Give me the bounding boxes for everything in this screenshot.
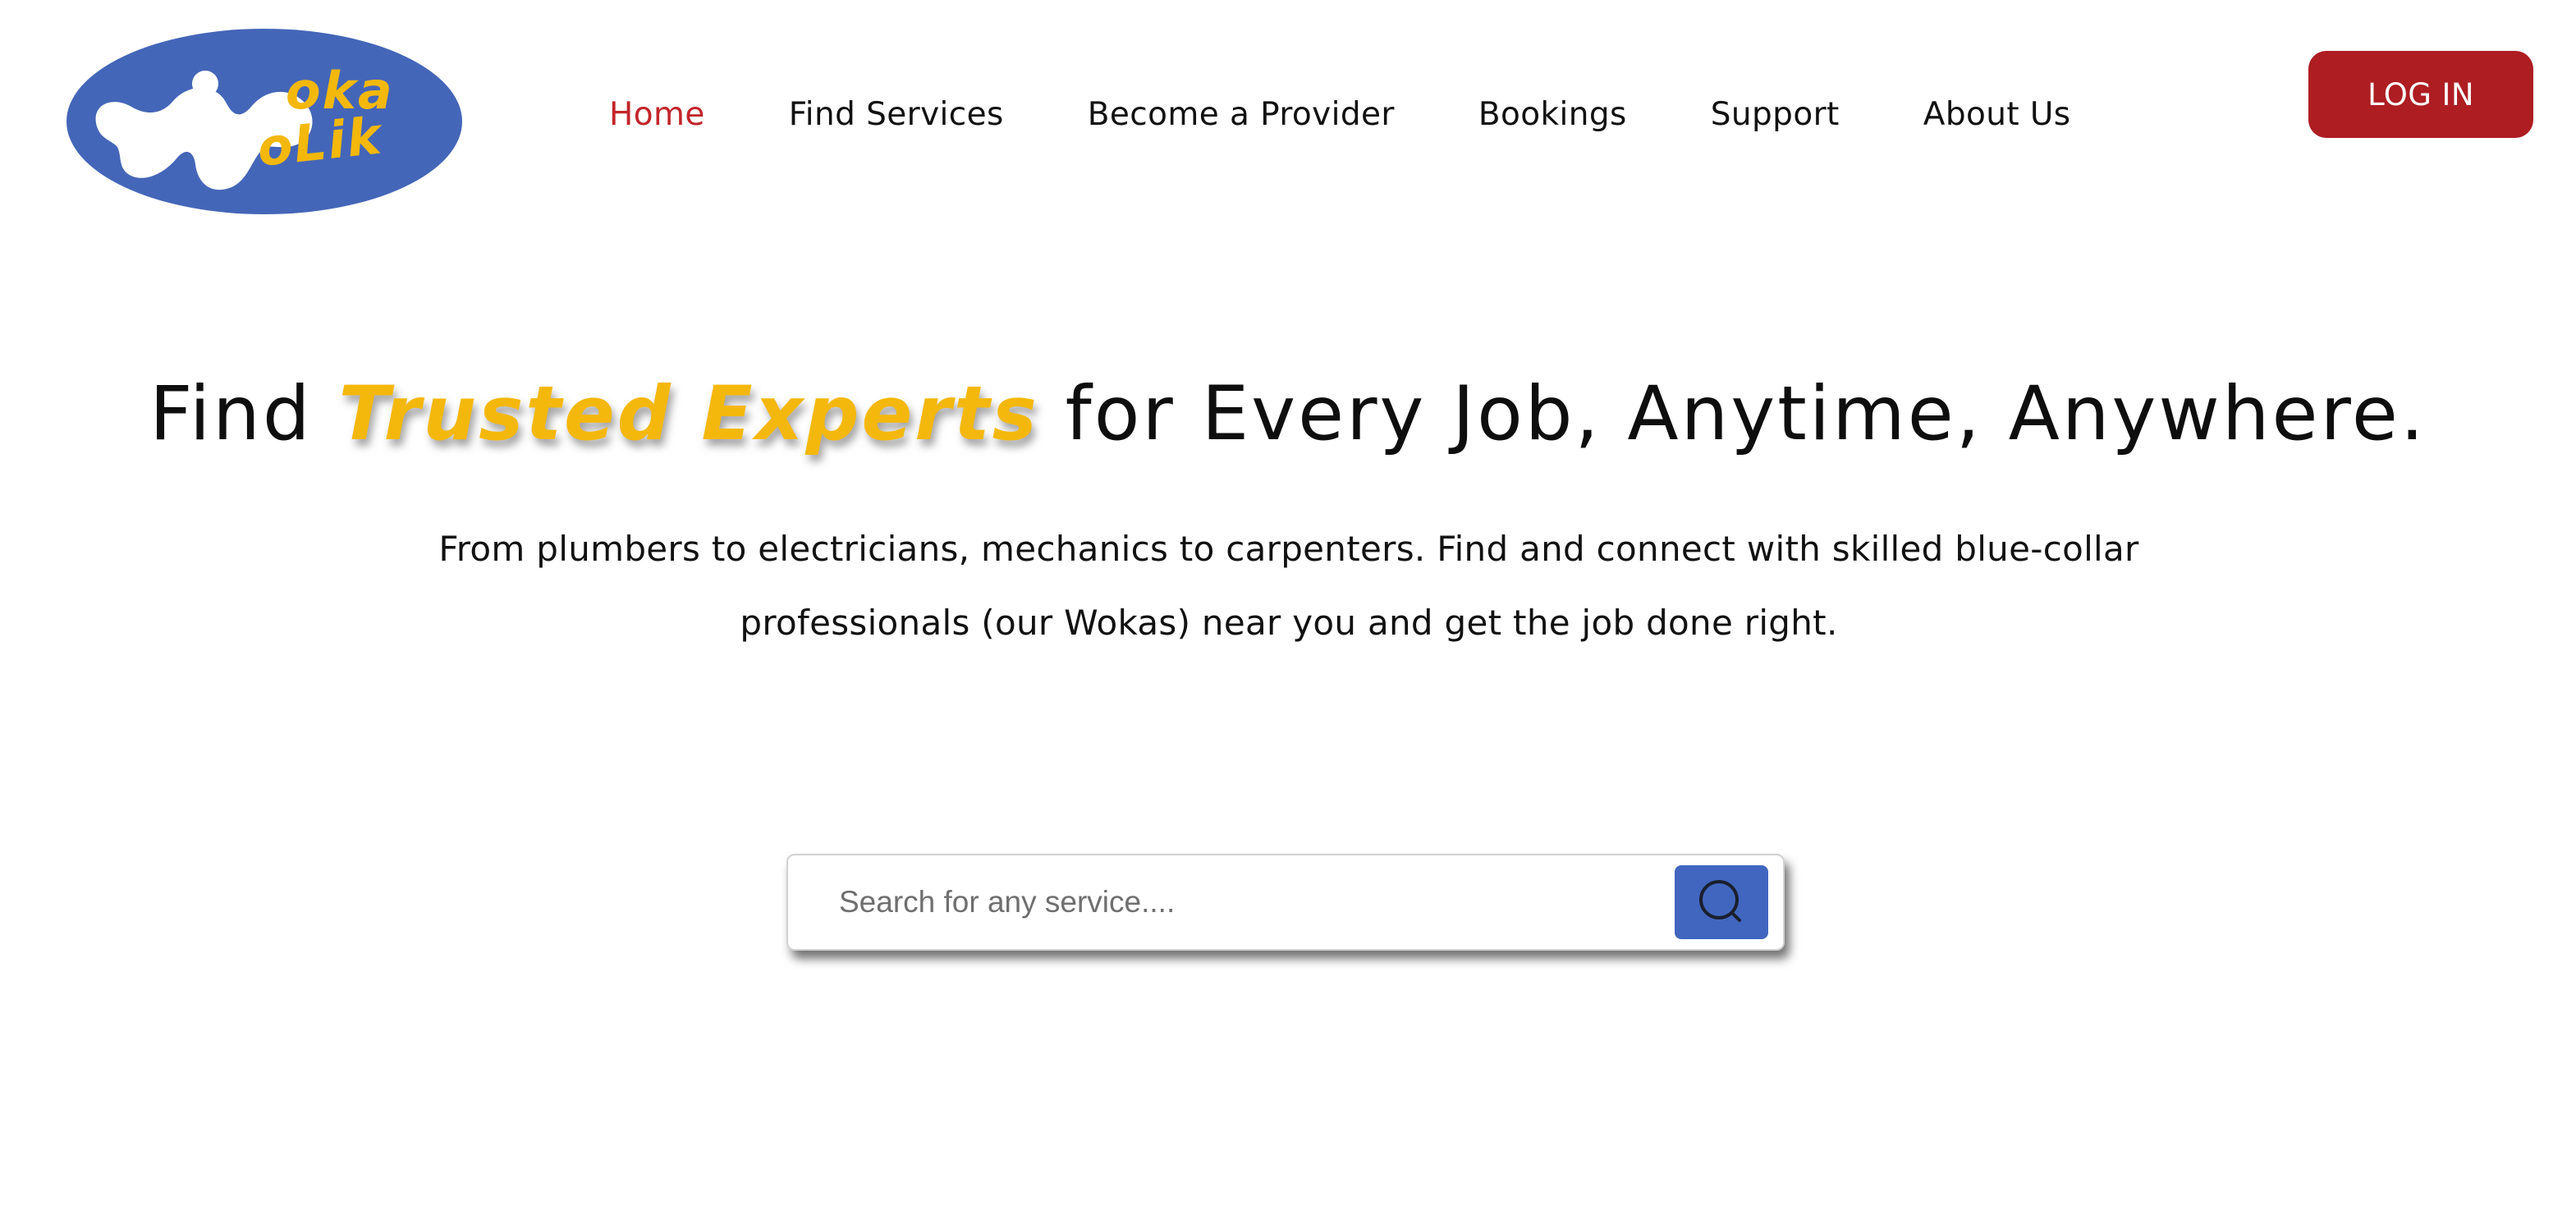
nav-item-become-a-provider[interactable]: Become a Provider [1088, 92, 1395, 138]
nav-item-home[interactable]: Home [609, 92, 705, 138]
service-search-bar [786, 854, 1785, 951]
search-input[interactable] [839, 873, 1578, 931]
search-button[interactable] [1675, 865, 1768, 939]
nav-item-bookings[interactable]: Bookings [1478, 92, 1627, 138]
nav-item-support[interactable]: Support [1711, 92, 1840, 138]
hero-subtitle: From plumbers to electricians, mechanics… [438, 529, 2139, 643]
hero-title-suffix: for Every Job, Anytime, Anywhere. [1038, 371, 2427, 457]
nav-item-about-us[interactable]: About Us [1923, 92, 2071, 138]
hero-title: Find Trusted Experts for Every Job, Anyt… [0, 361, 2576, 468]
hero-title-highlight: Trusted Experts [338, 371, 1039, 457]
search-icon [1699, 880, 1741, 922]
login-button[interactable]: LOG IN [2308, 51, 2533, 138]
wokawolik-logo: oka oLik [66, 29, 462, 214]
nav-item-find-services[interactable]: Find Services [789, 92, 1004, 138]
main-nav: Home Find Services Become a Provider Boo… [609, 92, 2071, 138]
hero-title-prefix: Find [149, 371, 339, 457]
